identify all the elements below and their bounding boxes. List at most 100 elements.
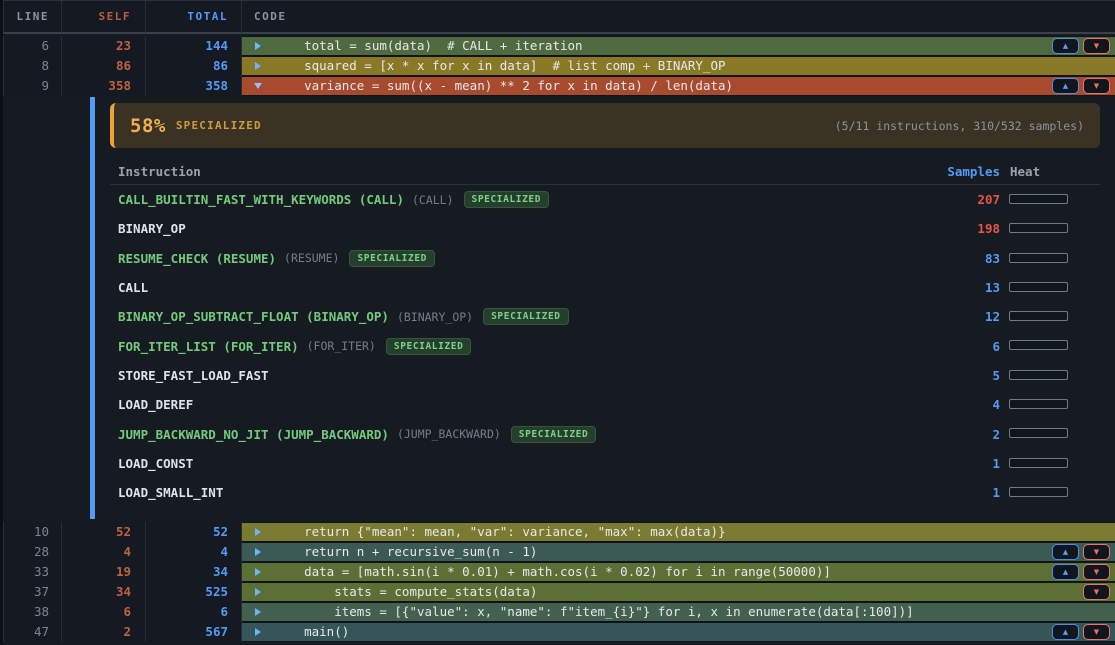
jump-up-button[interactable]: ▲: [1052, 78, 1079, 94]
specialization-panel: 58% SPECIALIZED (5/11 instructions, 310/…: [3, 97, 1115, 522]
expander[interactable]: [242, 568, 274, 576]
code-cell: return {"mean": mean, "var": variance, "…: [242, 522, 1115, 542]
code-rows-bottom: 10 52 52 return {"mean": mean, "var": va…: [3, 522, 1115, 642]
total-samples: 525: [146, 582, 242, 602]
jump-up-button[interactable]: ▲: [1052, 624, 1079, 640]
jump-down-button[interactable]: ▼: [1083, 624, 1110, 640]
instruction-name: LOAD_DEREF: [118, 397, 193, 412]
expander[interactable]: [242, 83, 274, 89]
jump-up-button[interactable]: ▲: [1052, 38, 1079, 54]
total-samples: 144: [146, 36, 242, 56]
expander[interactable]: [242, 548, 274, 556]
instruction-samples: 83: [800, 251, 1000, 266]
jump-down-button[interactable]: ▼: [1083, 544, 1110, 560]
code-text: total = sum(data) # CALL + iteration: [274, 37, 583, 55]
line-number: 9: [4, 76, 62, 96]
heat-bar: [1009, 253, 1068, 263]
expander[interactable]: [242, 42, 274, 50]
line-number: 8: [4, 56, 62, 76]
profiler-app: LINE SELF TOTAL CODE 6 23 144 total = su…: [0, 0, 1115, 645]
instruction-row: JUMP_BACKWARD_NO_JIT (JUMP_BACKWARD) (JU…: [110, 419, 1100, 448]
expander[interactable]: [242, 62, 274, 70]
code-line[interactable]: items = [{"value": x, "name": f"item_{i}…: [242, 603, 1115, 621]
total-samples: 358: [146, 76, 242, 96]
column-header-total: TOTAL: [146, 1, 242, 33]
instruction-base-opcode: (CALL): [412, 193, 454, 207]
instruction-name: LOAD_CONST: [118, 456, 193, 471]
code-line[interactable]: return {"mean": mean, "var": variance, "…: [242, 523, 1115, 541]
expander[interactable]: [242, 528, 274, 536]
line-number: 33: [4, 562, 62, 582]
total-samples: 567: [146, 622, 242, 642]
instruction-samples: 207: [800, 192, 1000, 207]
instruction-name: RESUME_CHECK (RESUME): [118, 251, 276, 266]
code-line[interactable]: squared = [x * x for x in data] # list c…: [242, 57, 1115, 75]
total-samples: 34: [146, 562, 242, 582]
code-cell: main() ▲ ▼: [242, 622, 1115, 642]
code-line[interactable]: data = [math.sin(i * 0.01) + math.cos(i …: [242, 563, 1115, 581]
code-line[interactable]: variance = sum((x - mean) ** 2 for x in …: [242, 77, 1115, 95]
expander-triangle-icon: [255, 608, 261, 616]
code-text: return n + recursive_sum(n - 1): [274, 543, 537, 561]
row-nav-buttons: ▲ ▼: [1052, 544, 1110, 560]
instruction-row: LOAD_SMALL_INT 1: [110, 478, 1100, 507]
code-row: 33 19 34 data = [math.sin(i * 0.01) + ma…: [3, 562, 1115, 582]
instruction-row: RESUME_CHECK (RESUME) (RESUME) SPECIALIZ…: [110, 244, 1100, 273]
instruction-samples: 4: [800, 397, 1000, 412]
instruction-row: STORE_FAST_LOAD_FAST 5: [110, 361, 1100, 390]
jump-up-button[interactable]: ▲: [1052, 564, 1079, 580]
instruction-samples: 198: [800, 221, 1000, 236]
heat-bar: [1009, 282, 1068, 292]
heat-bar: [1009, 428, 1068, 438]
jump-down-button[interactable]: ▼: [1083, 564, 1110, 580]
self-samples: 34: [62, 582, 146, 602]
code-text: variance = sum((x - mean) ** 2 for x in …: [274, 77, 733, 95]
expander-triangle-icon: [255, 548, 261, 556]
row-nav-buttons: ▲ ▼: [1052, 78, 1110, 94]
expander[interactable]: [242, 588, 274, 596]
code-line[interactable]: return n + recursive_sum(n - 1) ▲ ▼: [242, 543, 1115, 561]
panel-left-accent-bar: [90, 97, 95, 519]
self-samples: 358: [62, 76, 146, 96]
jump-down-button[interactable]: ▼: [1083, 78, 1110, 94]
expander-triangle-icon: [255, 62, 261, 70]
heat-bar: [1009, 223, 1068, 233]
code-line[interactable]: stats = compute_stats(data) ▲ ▼: [242, 583, 1115, 601]
heat-bar: [1009, 311, 1068, 321]
instruction-row: CALL 13: [110, 273, 1100, 302]
code-line[interactable]: main() ▲ ▼: [242, 623, 1115, 641]
code-cell: items = [{"value": x, "name": f"item_{i}…: [242, 602, 1115, 622]
expander-triangle-icon: [255, 528, 261, 536]
jump-down-button[interactable]: ▼: [1083, 38, 1110, 54]
line-number: 28: [4, 542, 62, 562]
instruction-name: CALL_BUILTIN_FAST_WITH_KEYWORDS (CALL): [118, 192, 404, 207]
instruction-row: CALL_BUILTIN_FAST_WITH_KEYWORDS (CALL) (…: [110, 185, 1100, 214]
instruction-base-opcode: (RESUME): [284, 251, 339, 265]
row-nav-buttons: ▲ ▼: [1052, 38, 1110, 54]
self-samples: 4: [62, 542, 146, 562]
instruction-samples: 12: [800, 309, 1000, 324]
line-number: 38: [4, 602, 62, 622]
code-row: 38 6 6 items = [{"value": x, "name": f"i…: [3, 602, 1115, 622]
instruction-row: LOAD_DEREF 4: [110, 390, 1100, 419]
code-row: 10 52 52 return {"mean": mean, "var": va…: [3, 522, 1115, 542]
instruction-samples: 1: [800, 485, 1000, 500]
instruction-name: FOR_ITER_LIST (FOR_ITER): [118, 339, 299, 354]
expander[interactable]: [242, 628, 274, 636]
specialization-summary: (5/11 instructions, 310/532 samples): [835, 119, 1084, 133]
code-line[interactable]: total = sum(data) # CALL + iteration ▲ ▼: [242, 37, 1115, 55]
jump-up-button[interactable]: ▲: [1052, 544, 1079, 560]
instruction-samples: 13: [800, 280, 1000, 295]
jump-down-button[interactable]: ▼: [1083, 584, 1110, 600]
column-header-self: SELF: [62, 1, 146, 33]
expander[interactable]: [242, 608, 274, 616]
panel-body: 58% SPECIALIZED (5/11 instructions, 310/…: [110, 97, 1100, 507]
code-text: stats = compute_stats(data): [274, 583, 537, 601]
column-header-instruction: Instruction: [118, 164, 201, 179]
expander-triangle-icon: [255, 588, 261, 596]
code-row: 37 34 525 stats = compute_stats(data) ▲ …: [3, 582, 1115, 602]
code-row: 28 4 4 return n + recursive_sum(n - 1) ▲…: [3, 542, 1115, 562]
total-samples: 52: [146, 522, 242, 542]
instruction-name: CALL: [118, 280, 148, 295]
row-nav-buttons: ▲ ▼: [1052, 624, 1110, 640]
